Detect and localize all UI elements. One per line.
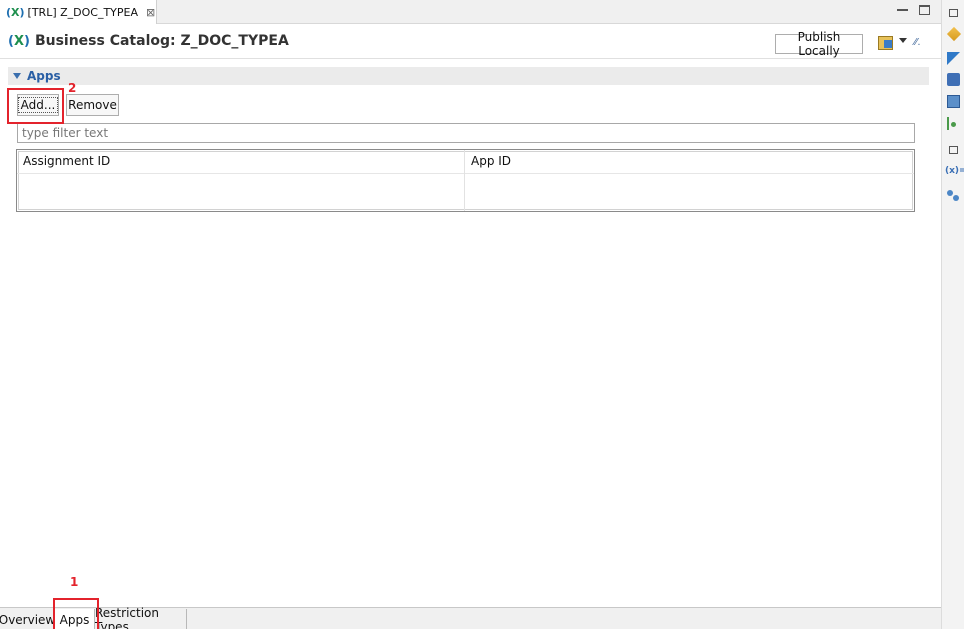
column-divider[interactable]	[464, 150, 465, 211]
column-header-app-id[interactable]: App ID	[471, 154, 511, 168]
maximize-icon[interactable]	[919, 5, 930, 15]
apps-section-title: Apps	[27, 69, 61, 83]
minimize-icon[interactable]	[897, 5, 908, 11]
restore-icon[interactable]	[949, 9, 958, 17]
variables-icon[interactable]: (x)=	[945, 166, 964, 176]
chevron-down-icon[interactable]	[899, 38, 907, 43]
restore-icon[interactable]	[949, 146, 958, 154]
apps-table: Assignment ID App ID	[16, 149, 915, 212]
editor-tab-z-doc-typea[interactable]: (X) [TRL] Z_DOC_TYPEA ⊠	[0, 0, 157, 24]
feed-icon[interactable]	[947, 73, 960, 86]
page-title: (X) Business Catalog: Z_DOC_TYPEA	[8, 33, 289, 49]
task-icon[interactable]	[946, 26, 962, 42]
tab-restriction-types[interactable]: Restriction Types	[95, 606, 187, 629]
variable-icon: (X)	[8, 33, 30, 49]
overflow-menu-icon[interactable]: ⁄⁄.	[914, 37, 921, 48]
close-icon[interactable]: ⊠	[146, 6, 155, 19]
annotation-highlight-apps-tab	[53, 598, 99, 629]
annotation-highlight-add	[7, 88, 64, 124]
editor-page-tabs: Overview Apps Restriction Types	[0, 606, 941, 629]
remove-app-button[interactable]: Remove	[66, 94, 119, 116]
column-header-assignment-id[interactable]: Assignment ID	[23, 154, 110, 168]
apps-section-header[interactable]: Apps	[8, 67, 929, 85]
publish-locally-button[interactable]: Publish Locally	[775, 30, 863, 58]
expand-triangle-icon[interactable]	[13, 73, 21, 79]
hierarchy-icon[interactable]	[947, 117, 956, 130]
editor-header: (X) Business Catalog: Z_DOC_TYPEA Publis…	[0, 25, 941, 59]
right-side-toolbar: (x)=	[941, 0, 964, 629]
editor-tab-bar: (X) [TRL] Z_DOC_TYPEA ⊠	[0, 0, 941, 24]
variable-icon: (X)	[6, 5, 25, 19]
tab-overview[interactable]: Overview	[0, 609, 55, 629]
properties-icon[interactable]	[947, 95, 960, 108]
editor-tab-label: [TRL] Z_DOC_TYPEA	[27, 5, 139, 19]
page-title-text: Business Catalog: Z_DOC_TYPEA	[34, 33, 289, 49]
deploy-icon[interactable]	[878, 36, 893, 50]
annotation-step-1: 1	[70, 575, 79, 589]
apps-table-header: Assignment ID App ID	[17, 150, 914, 174]
breakpoints-icon[interactable]	[947, 190, 960, 203]
outline-icon[interactable]	[947, 52, 960, 65]
filter-input[interactable]	[17, 123, 915, 143]
eclipse-editor-window: (X) [TRL] Z_DOC_TYPEA ⊠ (X) Business Cat…	[0, 0, 964, 629]
annotation-step-2: 2	[68, 81, 77, 95]
